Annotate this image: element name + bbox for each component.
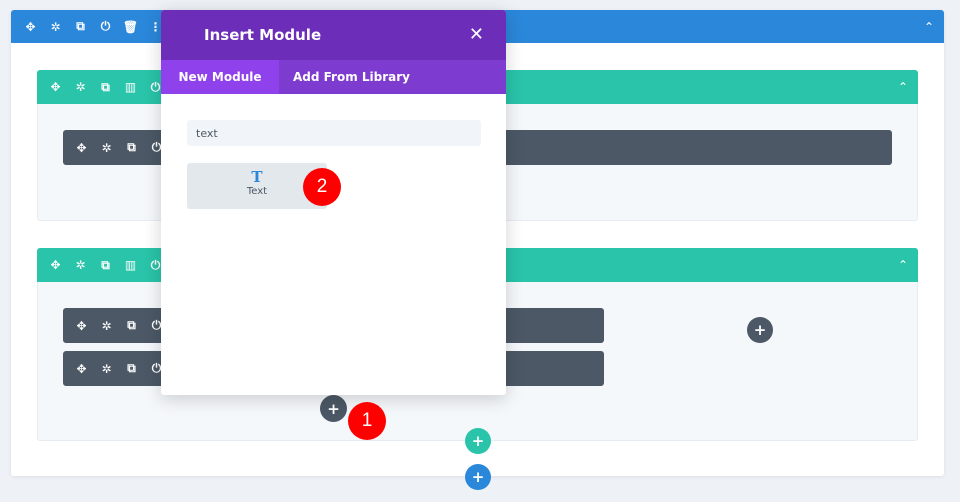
duplicate-icon[interactable]: ⧉	[93, 258, 118, 273]
gear-icon[interactable]: ✲	[94, 141, 119, 155]
add-row-button[interactable]: +	[465, 428, 491, 454]
gear-icon[interactable]: ✲	[43, 20, 68, 34]
move-icon[interactable]: ✥	[69, 319, 94, 333]
add-module-button[interactable]: +	[747, 317, 773, 343]
gear-icon[interactable]: ✲	[94, 362, 119, 376]
modal-title: Insert Module	[204, 26, 322, 44]
move-icon[interactable]: ✥	[43, 258, 68, 272]
insert-module-modal: Insert Module ✕ New Module Add From Libr…	[161, 10, 506, 395]
chevron-up-icon[interactable]: ⌃	[924, 20, 934, 34]
add-section-button[interactable]: +	[465, 464, 491, 490]
duplicate-icon[interactable]: ⧉	[119, 140, 144, 155]
duplicate-icon[interactable]: ⧉	[68, 19, 93, 34]
gear-icon[interactable]: ✲	[94, 319, 119, 333]
duplicate-icon[interactable]: ⧉	[119, 318, 144, 333]
module-search-input[interactable]	[187, 120, 481, 146]
move-icon[interactable]: ✥	[69, 362, 94, 376]
gear-icon[interactable]: ✲	[68, 80, 93, 94]
close-icon[interactable]: ✕	[469, 24, 484, 45]
duplicate-icon[interactable]: ⧉	[119, 361, 144, 376]
gear-icon[interactable]: ✲	[68, 258, 93, 272]
columns-icon[interactable]: ▥	[118, 80, 143, 94]
step-badge-2: 2	[303, 168, 341, 206]
add-module-button[interactable]: +	[320, 395, 347, 422]
trash-icon[interactable]: 🗑	[118, 20, 143, 34]
columns-icon[interactable]: ▥	[118, 258, 143, 272]
step-badge-1: 1	[348, 402, 386, 440]
modal-tabs: New Module Add From Library	[161, 60, 506, 94]
tab-new-module[interactable]: New Module	[161, 60, 279, 94]
chevron-up-icon[interactable]: ⌃	[898, 258, 908, 272]
duplicate-icon[interactable]: ⧉	[93, 80, 118, 95]
tab-add-from-library[interactable]: Add From Library	[279, 60, 424, 94]
move-icon[interactable]: ✥	[69, 141, 94, 155]
chevron-up-icon[interactable]: ⌃	[898, 80, 908, 94]
move-icon[interactable]: ✥	[18, 20, 43, 34]
power-icon[interactable]: ⏻	[93, 19, 118, 34]
modal-header: Insert Module ✕	[161, 10, 506, 60]
move-icon[interactable]: ✥	[43, 80, 68, 94]
